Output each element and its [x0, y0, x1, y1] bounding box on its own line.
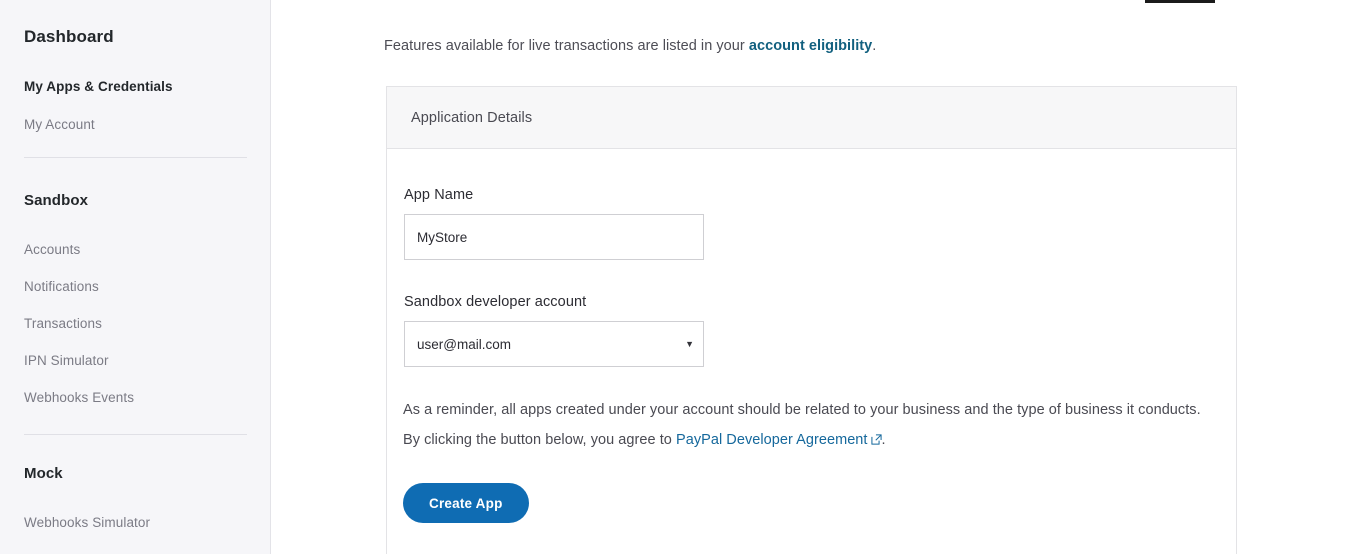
sidebar-item-transactions[interactable]: Transactions: [0, 316, 271, 331]
sidebar-heading-my-apps: My Apps & Credentials: [24, 79, 173, 94]
sandbox-account-select-wrap: user@mail.com ▼: [404, 321, 704, 367]
sidebar-heading-sandbox: Sandbox: [24, 192, 89, 209]
create-app-button[interactable]: Create App: [403, 483, 529, 523]
sandbox-account-field-group: Sandbox developer account user@mail.com …: [404, 294, 1236, 367]
card-body: App Name Sandbox developer account user@…: [387, 149, 1236, 554]
sandbox-account-label: Sandbox developer account: [404, 294, 587, 310]
sidebar-item-webhooks-events[interactable]: Webhooks Events: [0, 390, 271, 405]
app-name-field-group: App Name: [404, 187, 1236, 260]
intro-text-before: Features available for live transactions…: [384, 38, 749, 54]
agreement-text: By clicking the button below, you agree …: [403, 425, 1236, 455]
sidebar: Dashboard My Apps & Credentials My Accou…: [0, 0, 271, 554]
card-header-title: Application Details: [411, 109, 533, 126]
sidebar-divider-1: [24, 157, 247, 158]
active-tab-indicator: [1145, 0, 1215, 3]
paypal-developer-agreement-link[interactable]: PayPal Developer Agreement: [676, 432, 882, 448]
sandbox-account-selected-value: user@mail.com: [417, 336, 511, 352]
app-name-label: App Name: [404, 187, 474, 203]
sidebar-item-ipn-simulator[interactable]: IPN Simulator: [0, 353, 271, 368]
agreement-text-after: .: [881, 432, 886, 448]
intro-text-after: .: [872, 38, 877, 54]
app-window: Dashboard My Apps & Credentials My Accou…: [0, 0, 1345, 554]
sidebar-item-webhooks-simulator[interactable]: Webhooks Simulator: [0, 515, 271, 530]
reminder-text: As a reminder, all apps created under yo…: [403, 402, 1201, 418]
card-header: Application Details: [387, 87, 1236, 149]
sidebar-item-accounts[interactable]: Accounts: [0, 242, 271, 257]
sidebar-heading-mock: Mock: [24, 465, 63, 482]
sidebar-item-my-account[interactable]: My Account: [0, 117, 271, 132]
external-link-icon: [870, 434, 882, 445]
sidebar-item-notifications[interactable]: Notifications: [0, 279, 271, 294]
sidebar-divider-2: [24, 434, 247, 435]
main-content: Features available for live transactions…: [271, 0, 1345, 554]
account-eligibility-note: Features available for live transactions…: [384, 38, 876, 54]
sidebar-title: Dashboard: [24, 27, 114, 46]
sandbox-account-select[interactable]: user@mail.com: [404, 321, 704, 367]
app-name-input[interactable]: [404, 214, 704, 260]
account-eligibility-link[interactable]: account eligibility: [749, 38, 872, 54]
agreement-text-before: By clicking the button below, you agree …: [403, 432, 676, 448]
application-details-card: Application Details App Name Sandbox dev…: [386, 86, 1237, 554]
paypal-developer-agreement-label: PayPal Developer Agreement: [675, 432, 868, 448]
